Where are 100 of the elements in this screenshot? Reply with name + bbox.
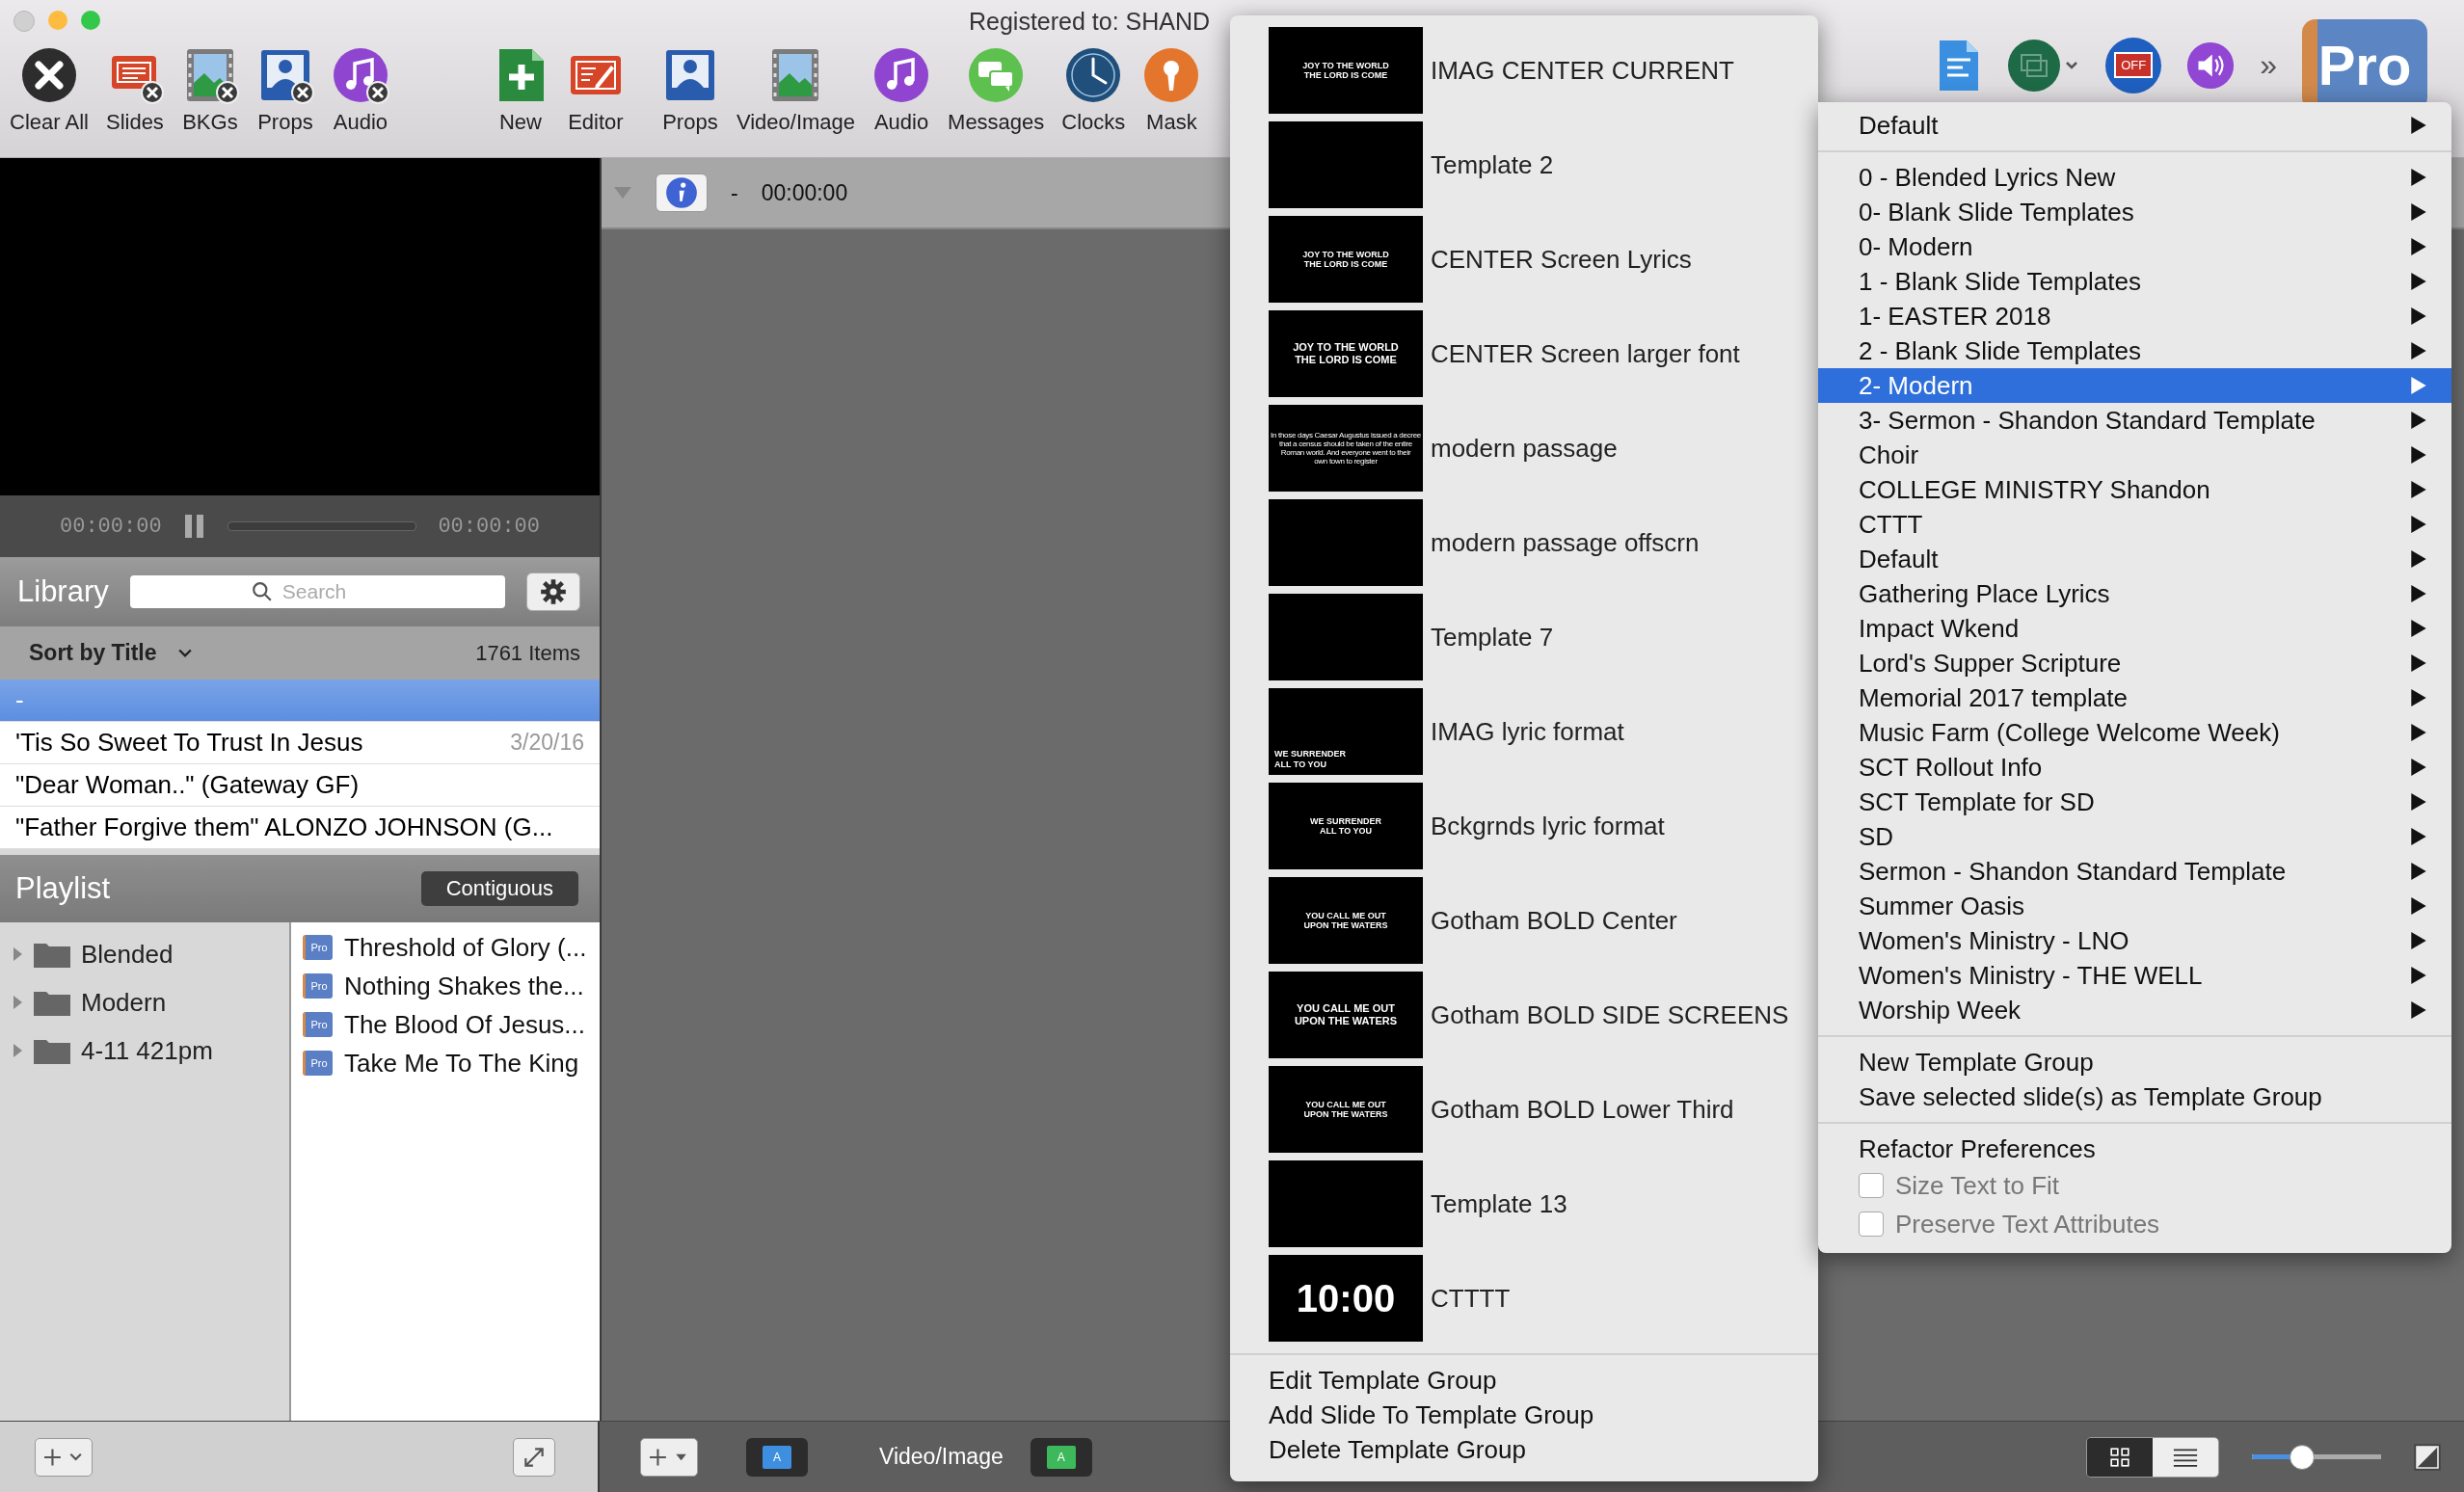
settings-button[interactable] — [526, 573, 580, 611]
menu-item[interactable]: COLLEGE MINISTRY Shandon — [1818, 472, 2451, 507]
template-menu-item[interactable]: WE SURRENDER ALL TO YOU IMAG lyric format — [1230, 684, 1818, 779]
template-menu-item[interactable]: Template 2 — [1230, 118, 1818, 212]
library-row[interactable]: 'Tis So Sweet To Trust In Jesus 3/20/16 — [0, 722, 600, 764]
group-name: COLLEGE MINISTRY Shandon — [1859, 474, 2210, 505]
menu-item[interactable]: New Template Group — [1818, 1045, 2451, 1079]
menu-item[interactable]: Women's Ministry - THE WELL — [1818, 958, 2451, 993]
menu-item[interactable]: 3- Sermon - Shandon Standard Template — [1818, 403, 2451, 438]
template-menu-item[interactable]: YOU CALL ME OUT UPON THE WATERS Gotham BOLD Lower Third — [1230, 1062, 1818, 1157]
template-name: modern passage — [1431, 433, 1618, 464]
group-name: 1- EASTER 2018 — [1859, 301, 2051, 332]
toolbar-button[interactable]: Slides — [103, 42, 166, 135]
menu-item[interactable]: Lord's Supper Scripture — [1818, 646, 2451, 680]
toolbar-button[interactable]: Props — [658, 42, 721, 135]
pause-icon[interactable] — [182, 513, 206, 540]
menu-item[interactable]: Impact Wkend — [1818, 611, 2451, 646]
toolbar-button[interactable]: New — [489, 42, 551, 135]
menu-item[interactable]: Choir — [1818, 438, 2451, 472]
library-row[interactable]: "Father Forgive them" ALONZO JOHNSON (G... — [0, 807, 600, 849]
template-menu-item[interactable]: In those days Caesar Augustus issued a decree that a census should be taken of the entire Roman world. And everyone went to their own town to register modern passage — [1230, 401, 1818, 495]
submenu-arrow-icon — [2411, 689, 2426, 706]
group-name: Worship Week — [1859, 995, 2022, 1026]
group-name: Lord's Supper Scripture — [1859, 648, 2122, 679]
menu-item[interactable]: 2 - Blank Slide Templates — [1818, 333, 2451, 368]
submenu-arrow-icon — [2411, 273, 2426, 290]
resize-icon[interactable] — [2414, 1443, 2441, 1471]
submenu-arrow-icon — [2411, 585, 2426, 602]
menu-item[interactable]: Worship Week — [1818, 993, 2451, 1027]
contiguous-button[interactable]: Contiguous — [420, 871, 578, 906]
toolbar-button[interactable]: Mask — [1140, 42, 1203, 135]
menu-item[interactable]: Gathering Place Lyrics — [1818, 576, 2451, 611]
playlist-folder[interactable]: Blended — [0, 930, 289, 978]
slide-preview-text: WE SURRENDER ALL TO YOU — [1310, 815, 1381, 837]
toolbar-button[interactable]: Messages — [946, 42, 1047, 135]
template-menu-item[interactable]: WE SURRENDER ALL TO YOU Bckgrnds lyric format — [1230, 779, 1818, 873]
playlist-folder[interactable]: 4-11 421pm — [0, 1026, 289, 1075]
menu-item[interactable]: 0- Modern — [1818, 229, 2451, 264]
toolbar-button[interactable]: Audio — [870, 42, 933, 135]
add-menu-button[interactable] — [35, 1437, 93, 1477]
expand-button[interactable] — [513, 1437, 555, 1477]
toolbar-button[interactable]: Video/Image — [734, 42, 858, 135]
menu-item[interactable]: 0 - Blended Lyrics New — [1818, 160, 2451, 195]
menu-item[interactable]: SCT Template for SD — [1818, 785, 2451, 819]
menu-item[interactable]: Edit Template Group — [1230, 1363, 1818, 1398]
group-name: Women's Ministry - LNO — [1859, 925, 2129, 956]
menu-item[interactable]: SCT Rollout Info — [1818, 750, 2451, 785]
toolbar-button[interactable]: Audio — [329, 42, 391, 135]
scrubber-track[interactable] — [227, 521, 417, 531]
list-view-button[interactable] — [2153, 1437, 2218, 1477]
toolbar-button[interactable]: Clear All — [8, 42, 91, 135]
checkbox[interactable] — [1859, 1173, 1884, 1198]
checkbox[interactable] — [1859, 1212, 1884, 1237]
playlist-item[interactable]: Pro Threshold of Glory (... — [291, 928, 600, 967]
toolbar-button[interactable]: Props — [254, 42, 316, 135]
playlist-folder[interactable]: Modern — [0, 978, 289, 1026]
screens-off-button[interactable]: OFF — [2105, 37, 2162, 93]
submenu-arrow-icon — [2411, 897, 2426, 915]
menu-item[interactable]: 0- Blank Slide Templates — [1818, 195, 2451, 229]
zoom-slider-thumb[interactable] — [2289, 1444, 2315, 1470]
menu-item[interactable]: Sermon - Shandon Standard Template — [1818, 854, 2451, 889]
toolbar-button[interactable]: Clocks — [1059, 42, 1128, 135]
group-name: 3- Sermon - Shandon Standard Template — [1859, 405, 2316, 436]
playlist-item[interactable]: Pro Take Me To The King — [291, 1044, 600, 1082]
more-tools-button[interactable]: » — [2260, 47, 2277, 83]
submenu-arrow-icon — [2411, 932, 2426, 949]
template-menu-item[interactable]: Template 13 — [1230, 1157, 1818, 1251]
menu-item[interactable]: Memorial 2017 template — [1818, 680, 2451, 715]
menu-item[interactable]: CTTT — [1818, 507, 2451, 542]
menu-item[interactable]: 1- EASTER 2018 — [1818, 299, 2451, 333]
info-button[interactable] — [656, 173, 708, 212]
template-menu-item[interactable]: YOU CALL ME OUT UPON THE WATERS Gotham BOLD SIDE SCREENS — [1230, 968, 1818, 1062]
template-menu-item[interactable]: JOY TO THE WORLD THE LORD IS COME CENTER Screen larger font — [1230, 306, 1818, 401]
template-menu-item[interactable]: modern passage offscrn — [1230, 495, 1818, 590]
group-name: Memorial 2017 template — [1859, 682, 2128, 713]
sort-dropdown[interactable]: Sort by Title — [29, 640, 192, 666]
grid-view-button[interactable] — [2087, 1437, 2153, 1477]
menu-item[interactable]: Default — [1818, 108, 2451, 143]
template-menu-item[interactable]: 10:00 CTTTT — [1230, 1251, 1818, 1345]
menu-item[interactable]: Music Farm (College Welcome Week) — [1818, 715, 2451, 750]
menu-item[interactable]: 1 - Blank Slide Templates — [1818, 264, 2451, 299]
template-menu-item[interactable]: Template 7 — [1230, 590, 1818, 684]
add-menu-button[interactable] — [640, 1437, 698, 1477]
playlist-item[interactable]: Pro Nothing Shakes the... — [291, 967, 600, 1005]
template-menu-item[interactable]: JOY TO THE WORLD THE LORD IS COME CENTER Screen Lyrics — [1230, 212, 1818, 306]
menu-item[interactable]: Summer Oasis — [1818, 889, 2451, 923]
template-menu-item[interactable]: JOY TO THE WORLD THE LORD IS COME IMAG CENTER CURRENT — [1230, 23, 1818, 118]
library-row[interactable]: "Dear Woman.." (Gateway GF) — [0, 764, 600, 807]
menu-item[interactable]: Default — [1818, 542, 2451, 576]
menu-item[interactable]: Delete Template Group — [1230, 1432, 1818, 1467]
toolbar-button[interactable]: BKGs — [178, 42, 241, 135]
menu-item[interactable]: SD — [1818, 819, 2451, 854]
menu-item[interactable]: Add Slide To Template Group — [1230, 1398, 1818, 1432]
menu-item[interactable]: Women's Ministry - LNO — [1818, 923, 2451, 958]
menu-item[interactable]: 2- Modern — [1818, 368, 2451, 403]
menu-item[interactable]: Save selected slide(s) as Template Group — [1818, 1079, 2451, 1114]
search-field[interactable]: Search — [129, 575, 505, 608]
toolbar-button[interactable]: Editor — [564, 42, 627, 135]
playlist-item[interactable]: Pro The Blood Of Jesus... — [291, 1005, 600, 1044]
template-menu-item[interactable]: YOU CALL ME OUT UPON THE WATERS Gotham BOLD Center — [1230, 873, 1818, 968]
